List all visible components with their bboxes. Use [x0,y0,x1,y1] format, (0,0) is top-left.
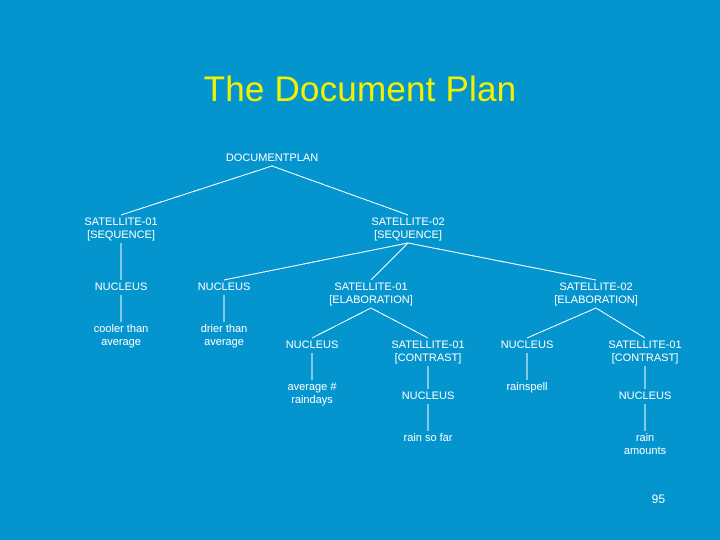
tree-edge-sat01elab-to-nuc-c [311,307,372,339]
tree-node-leaf-rainspell: rainspell [506,381,548,393]
tree-node-nuc-d: NUCLEUS [500,339,554,351]
tree-node-sat02elab: SATELLITE-02 [ELABORATION] [554,281,638,306]
page-number: 95 [651,492,665,506]
tree-edge-sat02seq-to-sat02elab [407,242,597,281]
tree-edge-sat02elab-to-sat01con-2 [595,307,646,339]
tree-node-root: DOCUMENTPLAN [225,152,319,164]
tree-node-nuc-f: NUCLEUS [618,390,672,402]
tree-node-sat01seq: SATELLITE-01 [SEQUENCE] [84,216,158,241]
tree-node-nuc-b: NUCLEUS [197,281,251,293]
slide-canvas: The Document Plan DOCUMENTPLAN SATELLITE-… [0,0,720,540]
tree-node-sat01con-1: SATELLITE-01 [CONTRAST] [391,339,465,364]
tree-node-sat01elab: SATELLITE-01 [ELABORATION] [329,281,413,306]
tree-node-leaf-drier: drier than average [200,323,248,348]
tree-node-leaf-rainsofar: rain so far [403,432,453,444]
tree-edge-root-to-sat02seq [271,165,409,216]
tree-node-leaf-rainamt: rain amounts [623,432,667,457]
tree-node-sat01con-2: SATELLITE-01 [CONTRAST] [608,339,682,364]
tree-node-nuc-a: NUCLEUS [94,281,148,293]
tree-edge-root-to-sat01seq [120,165,273,216]
tree-node-sat02seq: SATELLITE-02 [SEQUENCE] [371,216,445,241]
tree-node-nuc-c: NUCLEUS [285,339,339,351]
tree-node-leaf-cooler: cooler than average [93,323,149,348]
tree-node-nuc-e: NUCLEUS [401,390,455,402]
tree-edge-sat02seq-to-nuc-b [223,242,409,281]
tree-edge-sat02seq-to-sat01elab [370,242,409,281]
tree-edge-sat01elab-to-sat01con-1 [370,307,429,339]
document-plan-tree-edges [120,165,646,431]
tree-node-leaf-avgrain: average # raindays [287,381,337,406]
tree-edge-sat02elab-to-nuc-d [526,307,597,339]
